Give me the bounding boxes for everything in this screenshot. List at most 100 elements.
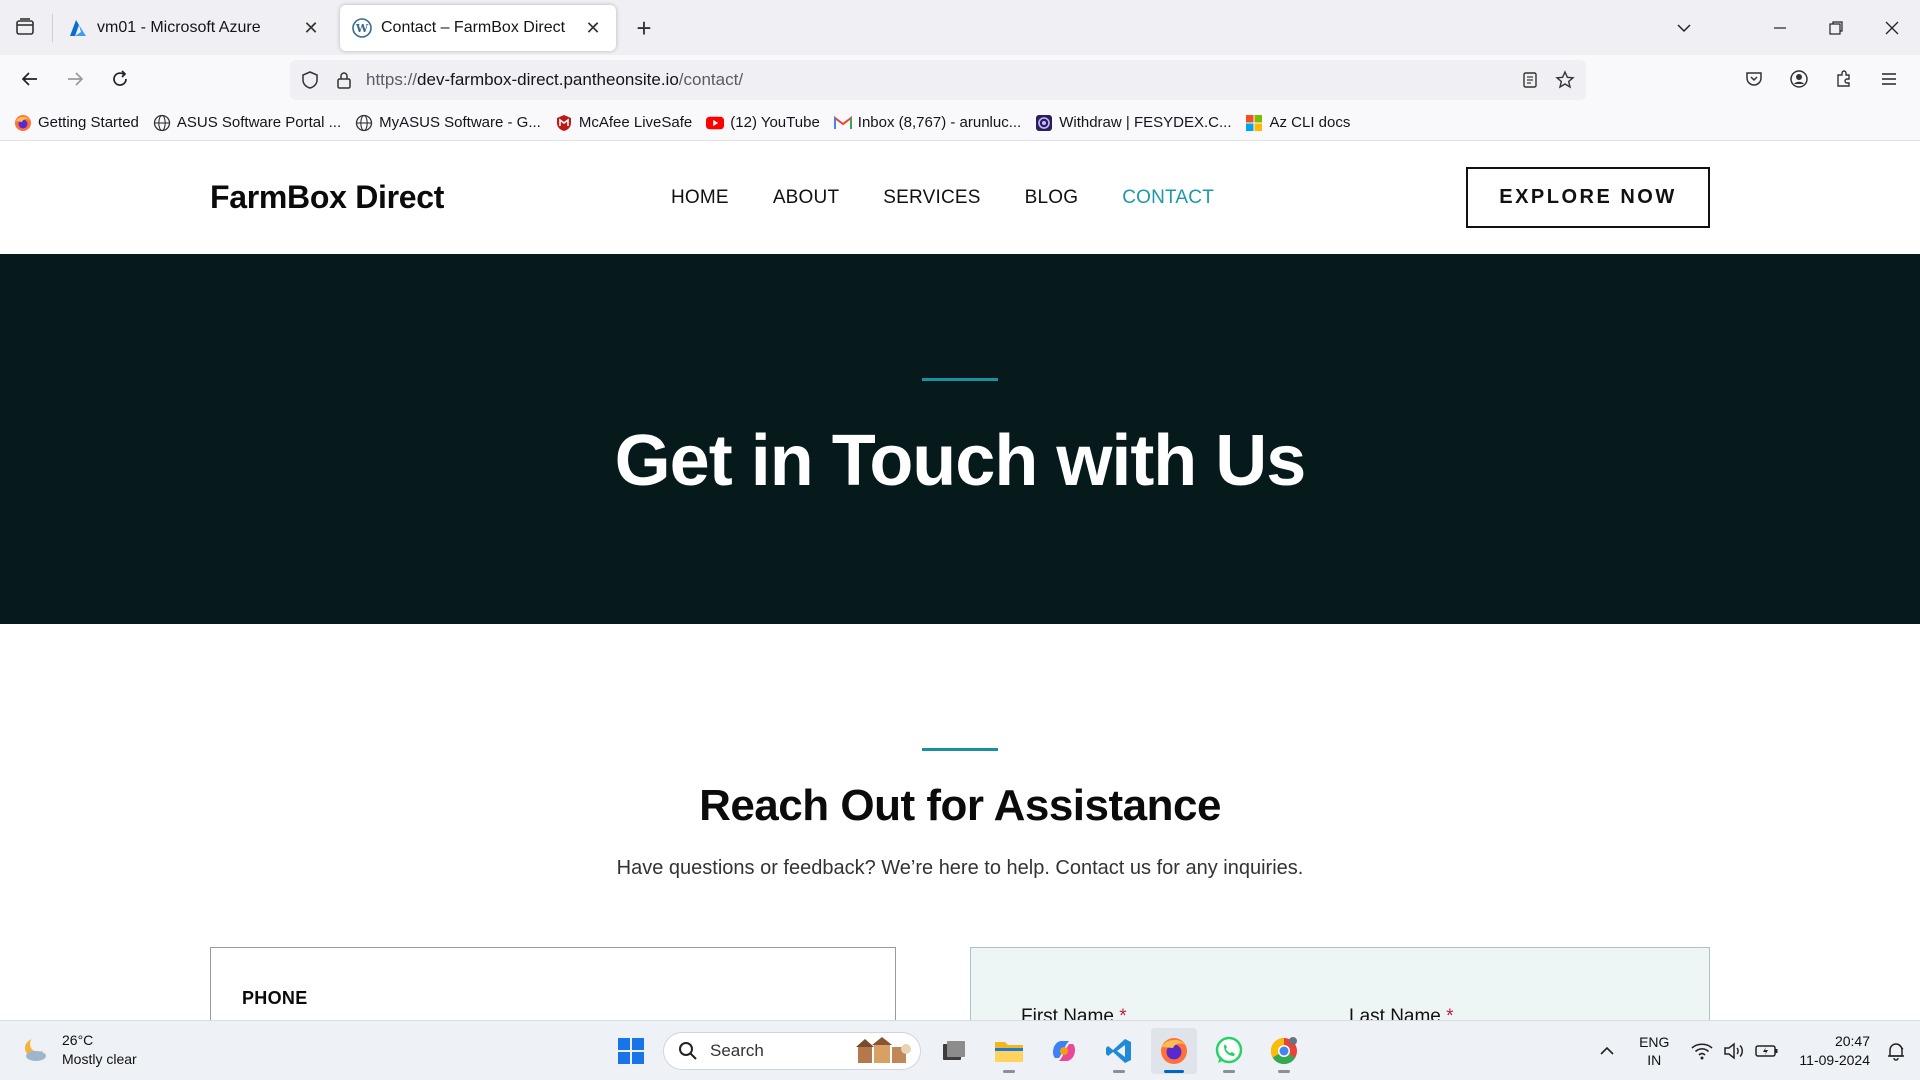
lock-icon[interactable] bbox=[332, 68, 356, 92]
bookmark-label: (12) YouTube bbox=[730, 114, 820, 131]
wifi-icon[interactable] bbox=[1691, 1042, 1713, 1060]
section-title: Reach Out for Assistance bbox=[699, 781, 1221, 830]
start-button[interactable] bbox=[608, 1028, 654, 1074]
vscode-icon bbox=[1106, 1039, 1131, 1063]
input-language[interactable]: ENG IN bbox=[1639, 1033, 1669, 1069]
bookmark-az-cli[interactable]: Az CLI docs bbox=[1245, 114, 1350, 132]
taskbar-whatsapp[interactable] bbox=[1206, 1028, 1252, 1074]
taskbar-chrome[interactable] bbox=[1261, 1028, 1307, 1074]
tab-separator bbox=[52, 14, 53, 42]
gmail-icon bbox=[833, 114, 852, 132]
chevron-up-icon bbox=[1600, 1046, 1614, 1055]
menu-item-about[interactable]: ABOUT bbox=[773, 187, 839, 209]
phone-label: PHONE bbox=[242, 988, 308, 1008]
weather-temperature: 26°C bbox=[62, 1032, 94, 1048]
bookmark-getting-started[interactable]: Getting Started bbox=[14, 114, 139, 132]
menu-item-home[interactable]: HOME bbox=[671, 187, 729, 209]
wordpress-icon: W bbox=[352, 18, 372, 38]
taskbar-firefox[interactable] bbox=[1151, 1028, 1197, 1074]
bookmark-youtube[interactable]: (12) YouTube bbox=[706, 114, 820, 132]
language-code: ENG bbox=[1639, 1034, 1670, 1050]
minimize-icon[interactable] bbox=[1752, 8, 1808, 48]
required-mark: * bbox=[1446, 1006, 1454, 1020]
search-icon bbox=[679, 1042, 697, 1060]
bookmark-gmail[interactable]: Inbox (8,767) - arunluc... bbox=[833, 114, 1021, 132]
close-window-icon[interactable] bbox=[1864, 8, 1920, 48]
section-accent-bar bbox=[922, 748, 998, 751]
bookmark-label: Getting Started bbox=[38, 114, 139, 131]
youtube-icon bbox=[706, 114, 725, 132]
last-name-label: Last Name * bbox=[1349, 1006, 1454, 1020]
last-name-label-text: Last Name bbox=[1349, 1006, 1441, 1020]
tab-contact[interactable]: W Contact – FarmBox Direct ✕ bbox=[340, 5, 616, 51]
window-controls bbox=[1656, 0, 1920, 55]
list-all-tabs-icon[interactable] bbox=[1656, 8, 1712, 48]
reload-icon bbox=[113, 70, 127, 86]
region-code: IN bbox=[1647, 1052, 1662, 1068]
system-tray: ENG IN 20:47 11-09-2024 bbox=[1599, 1021, 1920, 1080]
address-bar[interactable]: https://dev-farmbox-direct.pantheonsite.… bbox=[290, 60, 1586, 100]
bookmark-star-icon[interactable] bbox=[1553, 68, 1577, 92]
taskbar-copilot[interactable] bbox=[1041, 1028, 1087, 1074]
hamburger-menu-icon bbox=[1882, 73, 1896, 85]
moon-cloud-icon bbox=[25, 1036, 46, 1061]
clock-time: 20:47 bbox=[1834, 1033, 1870, 1049]
running-indicator bbox=[1113, 1070, 1125, 1073]
bookmark-asus-portal[interactable]: ASUS Software Portal ... bbox=[153, 114, 341, 132]
tab-title: Contact – FarmBox Direct bbox=[381, 19, 566, 36]
bookmark-mcafee[interactable]: McAfee LiveSafe bbox=[555, 114, 692, 132]
notifications-icon[interactable] bbox=[1886, 1041, 1906, 1061]
web-page: FarmBox Direct HOME ABOUT SERVICES BLOG … bbox=[0, 141, 1920, 1020]
tab-list-button[interactable] bbox=[8, 10, 42, 44]
pocket-button[interactable] bbox=[1736, 61, 1772, 97]
url-text[interactable]: https://dev-farmbox-direct.pantheonsite.… bbox=[366, 70, 743, 90]
menu-item-services[interactable]: SERVICES bbox=[883, 187, 980, 209]
microsoft-icon bbox=[1245, 114, 1263, 132]
pocket-icon bbox=[1746, 72, 1762, 86]
reload-button[interactable] bbox=[102, 61, 138, 97]
taskbar-task-view[interactable] bbox=[931, 1028, 977, 1074]
forward-button[interactable] bbox=[57, 61, 93, 97]
close-tab-icon[interactable]: ✕ bbox=[300, 17, 322, 39]
weather-widget[interactable]: 26°C Mostly clear bbox=[20, 1031, 137, 1069]
required-mark: * bbox=[1119, 1006, 1127, 1020]
hero-title: Get in Touch with Us bbox=[614, 421, 1307, 501]
puzzle-icon bbox=[1837, 70, 1850, 87]
account-button[interactable] bbox=[1781, 61, 1817, 97]
bookmark-fesydex[interactable]: Withdraw | FESYDEX.C... bbox=[1035, 114, 1231, 132]
back-button[interactable] bbox=[12, 61, 48, 97]
new-tab-button[interactable]: + bbox=[628, 12, 660, 44]
reader-view-icon[interactable] bbox=[1518, 68, 1542, 92]
extensions-button[interactable] bbox=[1826, 61, 1862, 97]
restore-icon[interactable] bbox=[1808, 8, 1864, 48]
tab-list-icon bbox=[16, 18, 34, 35]
tracking-protection-shield-icon[interactable] bbox=[298, 68, 322, 92]
taskbar-file-explorer[interactable] bbox=[986, 1028, 1032, 1074]
first-name-label-text: First Name bbox=[1021, 1006, 1114, 1020]
battery-icon[interactable] bbox=[1755, 1043, 1779, 1059]
site-header: FarmBox Direct HOME ABOUT SERVICES BLOG … bbox=[0, 141, 1920, 254]
volume-icon[interactable] bbox=[1723, 1042, 1745, 1060]
close-tab-icon[interactable]: ✕ bbox=[582, 17, 604, 39]
firefox-icon bbox=[14, 114, 32, 132]
account-icon bbox=[1790, 70, 1808, 88]
contact-form: First Name * Last Name * bbox=[970, 947, 1710, 1020]
azure-icon bbox=[70, 20, 86, 36]
system-clock[interactable]: 20:47 11-09-2024 bbox=[1799, 1032, 1870, 1070]
bookmark-label: Withdraw | FESYDEX.C... bbox=[1059, 114, 1232, 131]
tab-azure[interactable]: vm01 - Microsoft Azure ✕ bbox=[56, 5, 334, 51]
taskbar-apps: Search bbox=[608, 1027, 1316, 1075]
url-path: /contact/ bbox=[678, 70, 744, 89]
show-hidden-icons[interactable] bbox=[1599, 1043, 1615, 1059]
site-logo[interactable]: FarmBox Direct bbox=[210, 179, 444, 216]
taskbar-search[interactable]: Search bbox=[663, 1032, 921, 1070]
app-menu-button[interactable] bbox=[1871, 61, 1907, 97]
globe-icon bbox=[355, 114, 373, 132]
first-name-label: First Name * bbox=[1021, 1006, 1127, 1020]
menu-item-blog[interactable]: BLOG bbox=[1025, 187, 1079, 209]
explore-now-button[interactable]: EXPLORE NOW bbox=[1466, 167, 1710, 228]
globe-icon bbox=[153, 114, 171, 132]
taskbar-vscode[interactable] bbox=[1096, 1028, 1142, 1074]
bookmark-myasus[interactable]: MyASUS Software - G... bbox=[355, 114, 541, 132]
menu-item-contact[interactable]: CONTACT bbox=[1122, 187, 1214, 209]
